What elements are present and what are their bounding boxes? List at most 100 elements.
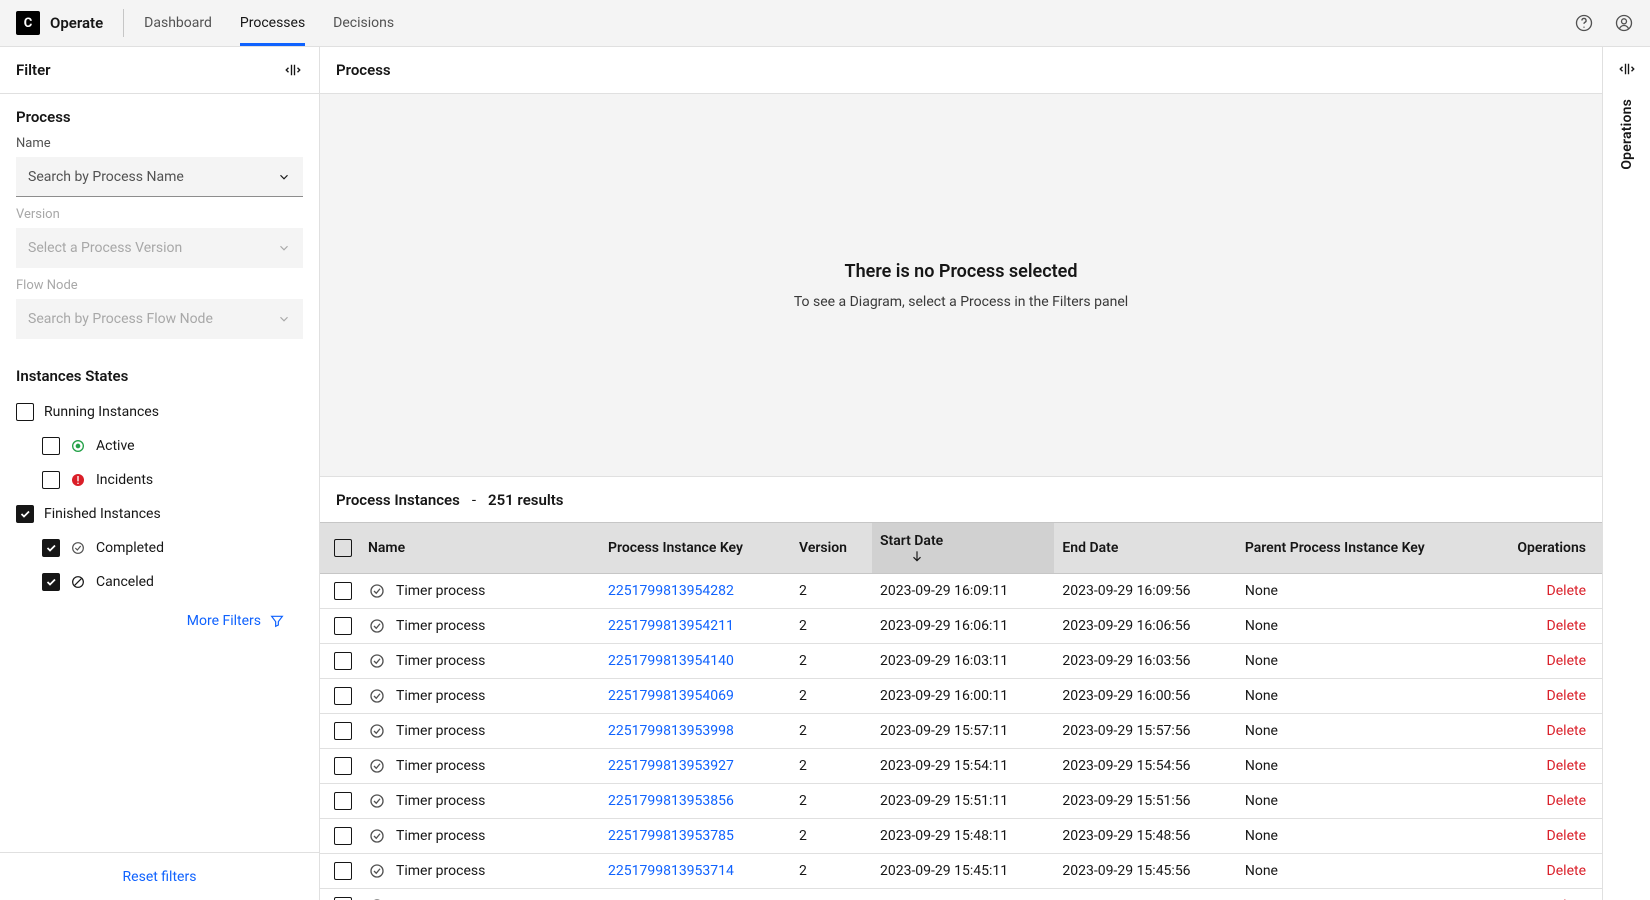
check-canceled[interactable]: Canceled	[42, 565, 303, 599]
row-checkbox[interactable]	[334, 582, 352, 600]
delete-button[interactable]: Delete	[1547, 653, 1586, 669]
name-label: Name	[16, 136, 303, 151]
completed-icon	[368, 687, 386, 705]
delete-button[interactable]: Delete	[1547, 828, 1586, 844]
delete-button[interactable]: Delete	[1547, 723, 1586, 739]
help-icon[interactable]	[1574, 13, 1594, 33]
row-end: 2023-09-29 16:00:56	[1054, 679, 1236, 714]
row-name: Timer process	[396, 653, 485, 669]
checkbox-select-all[interactable]	[334, 539, 352, 557]
flownode-label: Flow Node	[16, 278, 303, 293]
row-end: 2023-09-29 15:42:56	[1054, 889, 1236, 900]
check-running-instances[interactable]: Running Instances	[16, 395, 303, 429]
delete-button[interactable]: Delete	[1547, 863, 1586, 879]
more-filters-button[interactable]: More Filters	[16, 599, 303, 643]
tab-dashboard[interactable]: Dashboard	[144, 0, 212, 46]
row-checkbox[interactable]	[334, 652, 352, 670]
checkbox-completed[interactable]	[42, 539, 60, 557]
row-start: 2023-09-29 16:03:11	[872, 644, 1054, 679]
process-name-select[interactable]: Search by Process Name	[16, 157, 303, 197]
collapse-filter-icon[interactable]	[283, 60, 303, 80]
instance-key-link[interactable]: 2251799813954282	[608, 583, 734, 599]
delete-button[interactable]: Delete	[1547, 758, 1586, 774]
row-name: Timer process	[396, 618, 485, 634]
checkbox-active[interactable]	[42, 437, 60, 455]
diagram-title: Process	[336, 61, 391, 79]
brand-name: Operate	[50, 14, 103, 32]
row-version: 2	[791, 714, 872, 749]
instance-key-link[interactable]: 2251799813954140	[608, 653, 734, 669]
tab-decisions[interactable]: Decisions	[333, 0, 394, 46]
row-end: 2023-09-29 16:06:56	[1054, 609, 1236, 644]
user-icon[interactable]	[1614, 13, 1634, 33]
row-version: 2	[791, 609, 872, 644]
delete-button[interactable]: Delete	[1547, 793, 1586, 809]
table-row: Timer process 2251799813954069 2 2023-09…	[320, 679, 1602, 714]
active-icon	[70, 438, 86, 454]
row-checkbox[interactable]	[334, 617, 352, 635]
col-key[interactable]: Process Instance Key	[600, 523, 791, 574]
label-completed: Completed	[96, 540, 164, 556]
filter-sidebar: Filter Process Name Search by Process Na…	[0, 47, 320, 900]
col-start-date[interactable]: Start Date	[872, 523, 1054, 574]
label-finished: Finished Instances	[44, 506, 161, 522]
row-checkbox[interactable]	[334, 827, 352, 845]
reset-filters-label: Reset filters	[123, 869, 197, 885]
check-incidents[interactable]: Incidents	[42, 463, 303, 497]
col-end-date[interactable]: End Date	[1054, 523, 1236, 574]
col-parent-key[interactable]: Parent Process Instance Key	[1237, 523, 1485, 574]
instance-key-link[interactable]: 2251799813953714	[608, 863, 734, 879]
version-label: Version	[16, 207, 303, 222]
row-name: Timer process	[396, 758, 485, 774]
completed-icon	[368, 722, 386, 740]
row-checkbox[interactable]	[334, 687, 352, 705]
check-completed[interactable]: Completed	[42, 531, 303, 565]
expand-operations-icon[interactable]	[1617, 59, 1637, 79]
tab-processes[interactable]: Processes	[240, 0, 305, 46]
table-row: Timer process 2251799813953856 2 2023-09…	[320, 784, 1602, 819]
instance-key-link[interactable]: 2251799813953856	[608, 793, 734, 809]
row-checkbox[interactable]	[334, 792, 352, 810]
canceled-icon	[70, 574, 86, 590]
delete-button[interactable]: Delete	[1547, 618, 1586, 634]
check-active[interactable]: Active	[42, 429, 303, 463]
col-version[interactable]: Version	[791, 523, 872, 574]
brand: C Operate	[16, 11, 103, 35]
row-end: 2023-09-29 15:45:56	[1054, 854, 1236, 889]
checkbox-finished[interactable]	[16, 505, 34, 523]
label-running: Running Instances	[44, 404, 159, 420]
row-end: 2023-09-29 16:03:56	[1054, 644, 1236, 679]
checkbox-incidents[interactable]	[42, 471, 60, 489]
filter-icon	[269, 613, 285, 629]
label-active: Active	[96, 438, 135, 454]
diagram-empty-title: There is no Process selected	[845, 261, 1078, 282]
row-version: 2	[791, 784, 872, 819]
instance-key-link[interactable]: 2251799813954069	[608, 688, 734, 704]
delete-button[interactable]: Delete	[1547, 688, 1586, 704]
instance-key-link[interactable]: 2251799813953927	[608, 758, 734, 774]
table-row: Timer process 2251799813953714 2 2023-09…	[320, 854, 1602, 889]
row-start: 2023-09-29 16:06:11	[872, 609, 1054, 644]
instance-key-link[interactable]: 2251799813953785	[608, 828, 734, 844]
diagram-empty-sub: To see a Diagram, select a Process in th…	[794, 294, 1128, 310]
checkbox-running[interactable]	[16, 403, 34, 421]
instance-key-link[interactable]: 2251799813953998	[608, 723, 734, 739]
operations-rail-label[interactable]: Operations	[1619, 99, 1635, 170]
row-checkbox[interactable]	[334, 722, 352, 740]
reset-filters-button[interactable]: Reset filters	[0, 852, 319, 900]
table-row: Timer process 2251799813953785 2 2023-09…	[320, 819, 1602, 854]
check-finished-instances[interactable]: Finished Instances	[16, 497, 303, 531]
row-checkbox[interactable]	[334, 757, 352, 775]
col-name[interactable]: Name	[360, 523, 600, 574]
chevron-down-icon	[277, 170, 291, 184]
col-select-all[interactable]	[320, 523, 360, 574]
row-parent: None	[1237, 609, 1485, 644]
checkbox-canceled[interactable]	[42, 573, 60, 591]
row-version: 2	[791, 574, 872, 609]
row-checkbox[interactable]	[334, 862, 352, 880]
completed-icon	[70, 540, 86, 556]
delete-button[interactable]: Delete	[1547, 583, 1586, 599]
row-start: 2023-09-29 15:42:11	[872, 889, 1054, 900]
process-version-placeholder: Select a Process Version	[28, 240, 182, 256]
instance-key-link[interactable]: 2251799813954211	[608, 618, 734, 634]
